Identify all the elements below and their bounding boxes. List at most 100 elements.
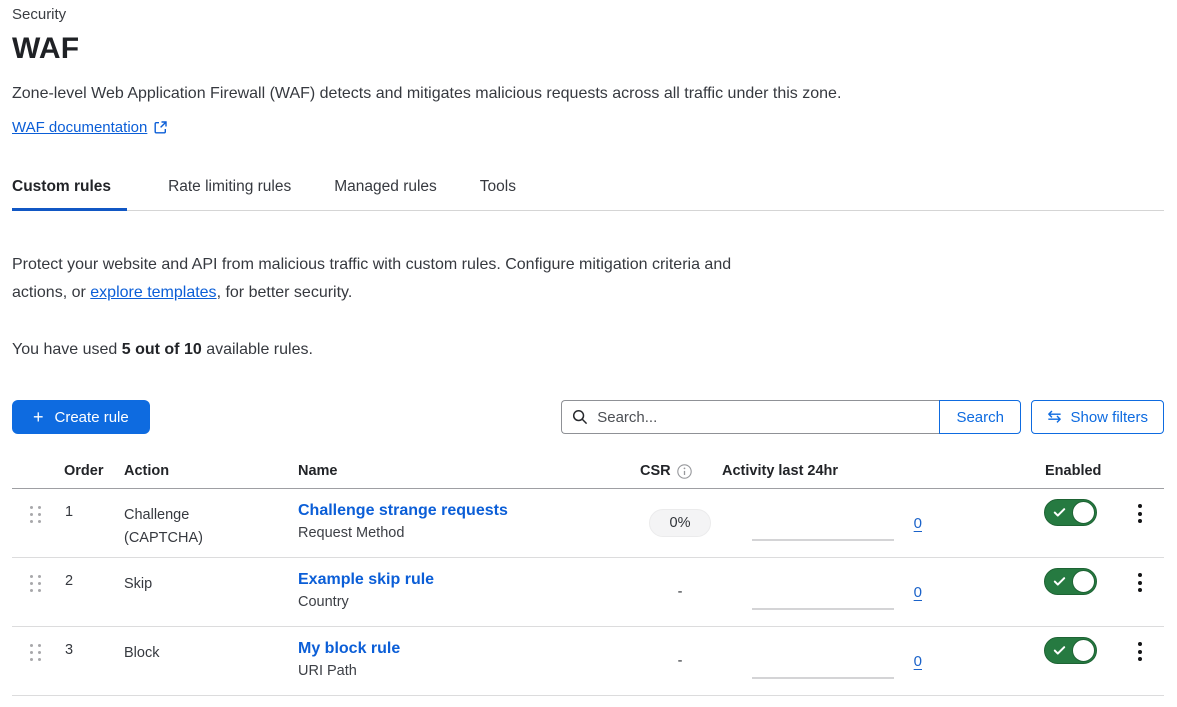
row-spacer	[938, 558, 1030, 626]
drag-handle-icon[interactable]	[30, 644, 41, 661]
activity-count-link[interactable]: 0	[914, 584, 922, 601]
activity-sparkline	[752, 677, 894, 679]
row-menu-button[interactable]	[1132, 569, 1148, 596]
rule-name-cell: Example skip rule Country	[298, 558, 638, 626]
activity-sparkline	[752, 539, 894, 541]
intro-text: Protect your website and API from malici…	[12, 251, 747, 307]
csr-cell: -	[638, 627, 722, 695]
table-body: 1 Challenge (CAPTCHA) Challenge strange …	[12, 489, 1164, 696]
toolbar: + Create rule Search ⇆ Show filters	[12, 400, 1164, 434]
activity-cell: 0	[722, 558, 938, 626]
column-header-action: Action	[124, 463, 298, 479]
drag-handle-icon[interactable]	[30, 575, 41, 592]
waf-page: Security WAF Zone-level Web Application …	[0, 0, 1177, 696]
check-icon	[1053, 644, 1066, 657]
usage-prefix: You have used	[12, 341, 122, 358]
waf-documentation-link-label: WAF documentation	[12, 119, 147, 136]
explore-templates-link[interactable]: explore templates	[90, 284, 216, 301]
activity-cell: 0	[722, 489, 938, 557]
csr-cell: -	[638, 558, 722, 626]
rule-order: 3	[64, 627, 124, 695]
rule-name-cell: Challenge strange requests Request Metho…	[298, 489, 638, 557]
row-menu-button[interactable]	[1132, 638, 1148, 665]
plus-icon: +	[33, 408, 44, 426]
tab-custom-rules[interactable]: Custom rules	[12, 167, 127, 211]
tab-label: Managed rules	[334, 178, 437, 195]
rule-name-cell: My block rule URI Path	[298, 627, 638, 695]
table-row: 3 Block My block rule URI Path - 0	[12, 627, 1164, 696]
toggle-knob	[1072, 501, 1095, 524]
search-icon	[572, 409, 588, 425]
rule-action: Block	[124, 627, 298, 695]
rules-table: Order Action Name CSR Activity last 24hr…	[12, 460, 1164, 696]
column-header-activity: Activity last 24hr	[722, 463, 938, 479]
table-row: 2 Skip Example skip rule Country - 0	[12, 558, 1164, 627]
search-area: Search ⇆ Show filters	[561, 400, 1164, 434]
csr-value: -	[678, 653, 683, 669]
check-icon	[1053, 575, 1066, 588]
row-menu-button[interactable]	[1132, 500, 1148, 527]
activity-count-link[interactable]: 0	[914, 653, 922, 670]
rule-order: 1	[64, 489, 124, 557]
page-description: Zone-level Web Application Firewall (WAF…	[12, 85, 1164, 103]
column-header-order: Order	[64, 463, 124, 479]
table-row: 1 Challenge (CAPTCHA) Challenge strange …	[12, 489, 1164, 558]
tabs: Custom rules Rate limiting rules Managed…	[12, 167, 1164, 211]
rule-field: Country	[298, 594, 638, 610]
row-spacer	[938, 627, 1030, 695]
show-filters-label: Show filters	[1070, 409, 1148, 426]
csr-value: 0%	[649, 509, 712, 537]
create-rule-button[interactable]: + Create rule	[12, 400, 150, 434]
enabled-cell	[1030, 489, 1130, 557]
rule-field: URI Path	[298, 663, 638, 679]
column-header-name: Name	[298, 463, 638, 479]
rule-name-link[interactable]: Example skip rule	[298, 571, 434, 588]
rule-field: Request Method	[298, 525, 638, 541]
csr-cell: 0%	[638, 489, 722, 557]
toggle-knob	[1072, 570, 1095, 593]
drag-handle-icon[interactable]	[30, 506, 41, 523]
header-spacer	[938, 463, 1030, 479]
table-header-row: Order Action Name CSR Activity last 24hr…	[12, 460, 1164, 489]
column-header-csr: CSR	[638, 463, 722, 479]
tab-rate-limiting-rules[interactable]: Rate limiting rules	[168, 167, 293, 211]
swap-arrows-icon: ⇆	[1047, 408, 1061, 425]
usage-summary: You have used 5 out of 10 available rule…	[12, 341, 1164, 359]
rule-order: 2	[64, 558, 124, 626]
tab-label: Tools	[480, 178, 516, 195]
tab-label: Rate limiting rules	[168, 178, 291, 195]
search-input[interactable]	[561, 400, 939, 434]
waf-documentation-link[interactable]: WAF documentation	[12, 119, 167, 136]
breadcrumb-security: Security	[12, 6, 1164, 23]
activity-count-link[interactable]: 0	[914, 515, 922, 532]
external-link-icon	[154, 121, 167, 134]
tab-tools[interactable]: Tools	[480, 167, 518, 211]
create-rule-label: Create rule	[55, 409, 129, 426]
enabled-toggle[interactable]	[1044, 568, 1097, 595]
toggle-knob	[1072, 639, 1095, 662]
activity-sparkline	[752, 608, 894, 610]
rule-name-link[interactable]: My block rule	[298, 640, 400, 657]
activity-cell: 0	[722, 627, 938, 695]
csr-value: -	[678, 584, 683, 600]
tab-label: Custom rules	[12, 178, 111, 195]
rule-action: Skip	[124, 558, 298, 626]
check-icon	[1053, 506, 1066, 519]
enabled-cell	[1030, 627, 1130, 695]
row-spacer	[938, 489, 1030, 557]
column-header-enabled: Enabled	[1030, 463, 1130, 479]
show-filters-button[interactable]: ⇆ Show filters	[1031, 400, 1164, 434]
enabled-toggle[interactable]	[1044, 499, 1097, 526]
usage-suffix: available rules.	[202, 341, 313, 358]
rule-name-link[interactable]: Challenge strange requests	[298, 502, 508, 519]
tab-managed-rules[interactable]: Managed rules	[334, 167, 439, 211]
enabled-toggle[interactable]	[1044, 637, 1097, 664]
rule-action: Challenge (CAPTCHA)	[124, 489, 298, 557]
csr-header-label: CSR	[640, 463, 671, 479]
header-handle-spacer	[12, 463, 64, 479]
usage-count: 5 out of 10	[122, 341, 202, 358]
search-button[interactable]: Search	[939, 400, 1021, 434]
info-icon[interactable]	[677, 464, 692, 479]
enabled-cell	[1030, 558, 1130, 626]
intro-text-after: , for better security.	[217, 284, 353, 301]
